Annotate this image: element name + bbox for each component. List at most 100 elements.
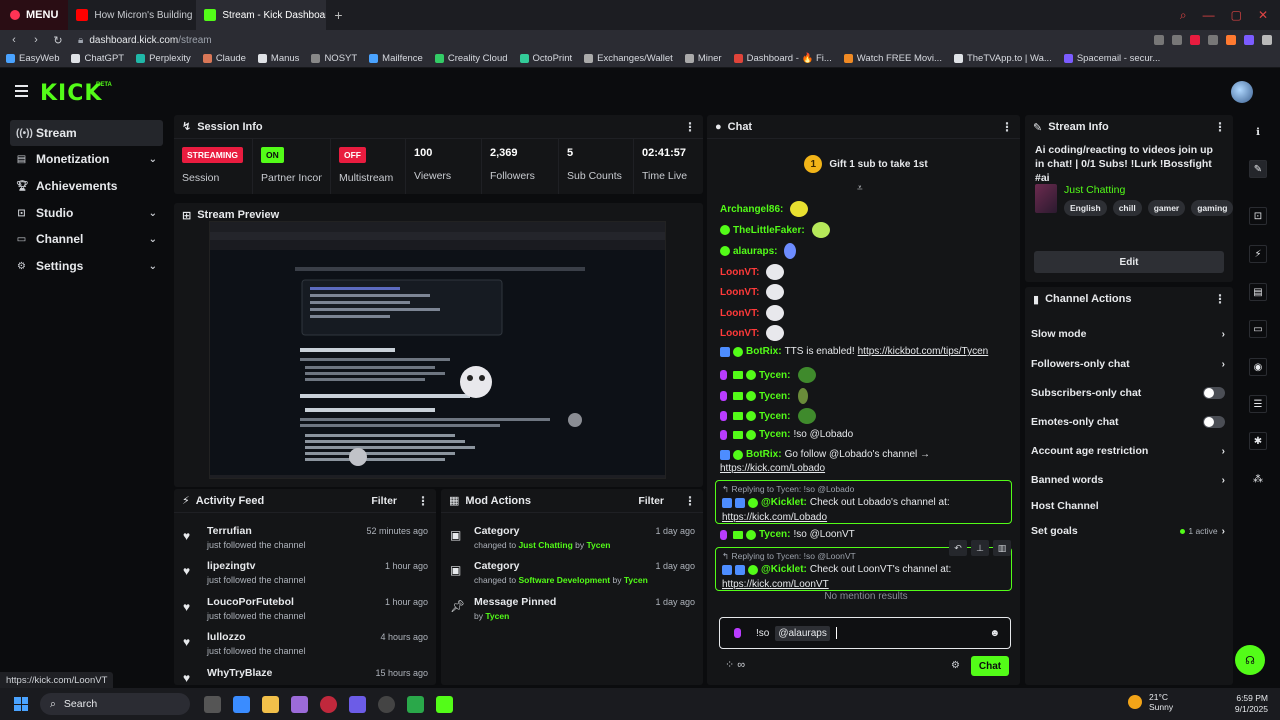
taskbar-clock[interactable]: 6:59 PM 9/1/2025	[1196, 693, 1268, 715]
set-goals-row[interactable]: Set goals 1 active ›	[1031, 525, 1225, 537]
file-explorer-icon[interactable]	[262, 695, 279, 713]
subscribers-only-toggle[interactable]	[1203, 387, 1225, 399]
sidebar-item-monetization[interactable]: ▤ Monetization ⌄	[10, 146, 163, 172]
bookmark-item[interactable]: TheTVApp.to | Wa...	[953, 53, 1052, 64]
chat-username[interactable]: LoonVT:	[720, 287, 759, 298]
chat-username[interactable]: BotRix:	[746, 449, 782, 460]
weather-widget[interactable]: 21°C Sunny	[1128, 692, 1173, 712]
chat-username[interactable]: BotRix:	[746, 346, 782, 357]
kick-logo[interactable]: KICK	[40, 81, 102, 106]
document-icon[interactable]: ▤	[1249, 283, 1267, 301]
followers-only-row[interactable]: Followers-only chat ›	[1031, 358, 1225, 370]
reply-icon[interactable]: ↶	[949, 540, 967, 556]
target-icon[interactable]: ⊡	[1249, 207, 1267, 225]
bookmark-item[interactable]: NOSYT	[311, 53, 357, 64]
more-options-icon[interactable]: ⋮	[1214, 120, 1226, 134]
activity-user[interactable]: WhyTryBlaze	[207, 667, 272, 679]
browser-tab-kick[interactable]: Stream - Kick Dashboard	[196, 0, 327, 30]
sidebar-item-settings[interactable]: ⚙︎ Settings ⌄	[10, 253, 163, 279]
edit-stream-info-button[interactable]: Edit	[1034, 251, 1224, 273]
extension-icon[interactable]	[1208, 35, 1218, 45]
bookmark-item[interactable]: Creality Cloud	[434, 53, 508, 64]
windows-start-icon[interactable]	[14, 697, 28, 711]
help-chat-icon[interactable]: ☊	[1235, 645, 1265, 675]
more-options-icon[interactable]: ⋮	[684, 120, 696, 134]
more-options-icon[interactable]: ⋮	[417, 494, 429, 508]
chat-settings-gear-icon[interactable]: ⚙︎	[951, 660, 960, 671]
chat-username[interactable]: LoonVT:	[720, 267, 759, 278]
chat-username[interactable]: Tycen:	[759, 391, 791, 402]
stream-preview-video[interactable]	[209, 221, 666, 479]
extension-icon[interactable]	[1172, 35, 1182, 45]
chat-username[interactable]: Tycen:	[759, 529, 791, 540]
task-view-icon[interactable]	[204, 695, 221, 713]
sidebar-item-achievements[interactable]: 🏆︎ Achievements	[10, 173, 163, 199]
browser-tab-youtube[interactable]: How Micron's Building Bi	[68, 0, 196, 30]
chat-username[interactable]: Tycen:	[759, 411, 791, 422]
chat-username[interactable]: Tycen:	[759, 370, 791, 381]
sidebar-item-channel[interactable]: ▭ Channel ⌄	[10, 226, 163, 252]
host-channel-row[interactable]: Host Channel	[1031, 500, 1225, 512]
bookmark-folder[interactable]: Miner	[684, 53, 722, 64]
bookmark-item[interactable]: Perplexity	[136, 53, 191, 64]
github-icon[interactable]	[378, 695, 395, 713]
extension-icon[interactable]	[1244, 35, 1254, 45]
info-icon[interactable]: ℹ︎	[1249, 123, 1267, 141]
chat-link[interactable]: https://kick.com/Lobado	[722, 512, 827, 523]
bookmark-item[interactable]: Dashboard - 🔥 Fi...	[733, 53, 832, 64]
close-window-icon[interactable]: ✕	[1258, 8, 1268, 23]
chat-icon[interactable]: ▭	[1249, 320, 1267, 338]
copilot-icon[interactable]	[233, 695, 250, 713]
activity-user[interactable]: lipezingtv	[207, 560, 255, 572]
delete-icon[interactable]: ▥	[993, 540, 1011, 556]
more-options-icon[interactable]: ⋮	[684, 494, 696, 508]
activity-user[interactable]: LoucoPorFutebol	[207, 596, 294, 608]
chat-username[interactable]: @Kicklet:	[761, 564, 807, 575]
activity-filter-button[interactable]: Filter	[371, 495, 397, 507]
sidebar-item-studio[interactable]: ⊡ Studio ⌄	[10, 200, 163, 226]
chat-username[interactable]: Archangel86:	[720, 204, 783, 215]
wrench-icon[interactable]: ✱	[1249, 432, 1267, 450]
extension-icon[interactable]	[1154, 35, 1164, 45]
bookmark-item[interactable]: Manus	[257, 53, 299, 64]
mod-filter-button[interactable]: Filter	[638, 495, 664, 507]
chat-mode-icon[interactable]: ⁘ ∞	[725, 658, 745, 671]
chat-username[interactable]: @Kicklet:	[761, 497, 807, 508]
chat-username[interactable]: TheLittleFaker:	[733, 225, 805, 236]
user-avatar[interactable]	[1231, 81, 1253, 103]
maximize-icon[interactable]: ▢	[1231, 8, 1242, 23]
bookmark-item[interactable]: EasyWeb	[6, 53, 59, 64]
activity-user[interactable]: lullozzo	[207, 631, 246, 643]
hamburger-menu-icon[interactable]	[15, 85, 28, 100]
bookmark-item[interactable]: Watch FREE Movi...	[843, 53, 942, 64]
forward-icon[interactable]: ›	[30, 34, 42, 46]
account-age-row[interactable]: Account age restriction ›	[1031, 445, 1225, 457]
pencil-icon[interactable]: ✎	[1249, 160, 1267, 178]
chat-send-button[interactable]: Chat	[971, 656, 1009, 676]
list-icon[interactable]: ☰	[1249, 395, 1267, 413]
bookmark-item[interactable]: Claude	[202, 53, 246, 64]
bookmark-folder[interactable]: Exchanges/Wallet	[584, 53, 673, 64]
chat-username[interactable]: Tycen:	[759, 429, 791, 440]
bookmark-item[interactable]: Mailfence	[369, 53, 423, 64]
broadcast-icon[interactable]: ◉	[1249, 358, 1267, 376]
kick-studio-icon[interactable]	[436, 695, 453, 713]
chat-username[interactable]: LoonVT:	[720, 308, 759, 319]
kick-settings-icon[interactable]: ⁂	[1249, 470, 1267, 488]
app-icon[interactable]	[349, 695, 366, 713]
sidebar-item-stream[interactable]: ((•)) Stream	[10, 120, 163, 146]
more-options-icon[interactable]: ⋮	[1001, 120, 1013, 134]
bookmark-item[interactable]: ChatGPT	[71, 53, 124, 64]
chat-link[interactable]: https://kick.com/Lobado	[720, 463, 825, 474]
search-tabs-icon[interactable]: ⌕	[1180, 8, 1187, 23]
opera-icon[interactable]	[320, 695, 337, 713]
app-icon[interactable]	[291, 695, 308, 713]
emoji-icon[interactable]: ☻	[989, 628, 1000, 639]
chat-username[interactable]: alauraps:	[733, 246, 777, 257]
bookmark-item[interactable]: Spacemail - secur...	[1063, 53, 1160, 64]
chat-link[interactable]: https://kickbot.com/tips/Tycen	[858, 346, 989, 357]
extension-icon[interactable]	[1190, 35, 1200, 45]
banned-words-row[interactable]: Banned words ›	[1031, 474, 1225, 486]
emotes-only-toggle[interactable]	[1203, 416, 1225, 428]
extension-icon[interactable]	[1226, 35, 1236, 45]
